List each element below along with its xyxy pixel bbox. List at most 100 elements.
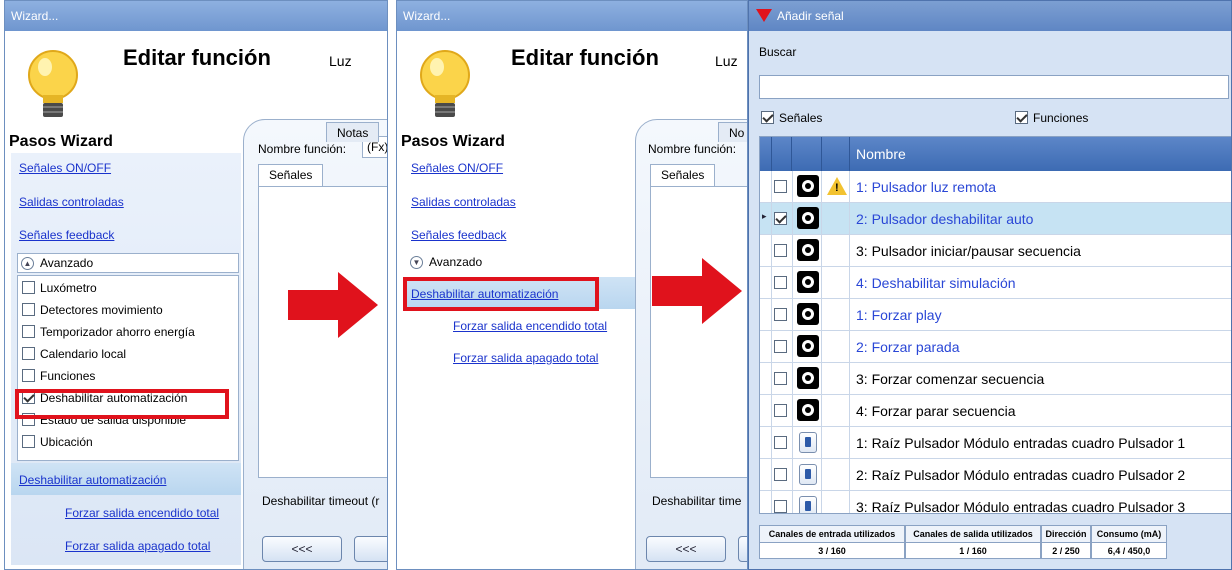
dialog-title: Añadir señal <box>777 9 844 23</box>
window-title: Wizard... <box>5 1 387 31</box>
stat-value: 6,4 / 450,0 <box>1107 546 1151 556</box>
checkbox[interactable] <box>774 468 787 481</box>
checkbox[interactable] <box>22 281 35 294</box>
checkbox[interactable] <box>774 436 787 449</box>
step-senales-feedback[interactable]: Señales feedback <box>411 228 506 242</box>
checkbox[interactable] <box>22 303 35 316</box>
column-header-nombre[interactable]: Nombre <box>856 146 906 162</box>
row-gutter <box>760 491 772 513</box>
table-row[interactable]: 2: Pulsador deshabilitar auto <box>760 203 1231 235</box>
checkbox[interactable] <box>22 347 35 360</box>
row-checkbox-cell <box>774 308 792 322</box>
checkbox[interactable] <box>774 308 787 321</box>
checkbox[interactable] <box>22 435 35 448</box>
option-luxometro[interactable]: Luxómetro <box>22 280 97 298</box>
function-editor-box: Nombre función: Señales No Deshabilitar … <box>635 119 747 569</box>
steps-area: Señales ON/OFF Salidas controladas Señal… <box>11 153 241 565</box>
checkbox[interactable] <box>22 369 35 382</box>
option-label: Ubicación <box>40 435 93 449</box>
filter-funciones[interactable]: Funciones <box>1015 111 1088 125</box>
row-icon-cell <box>792 363 822 394</box>
advanced-toggle[interactable]: ▼ Avanzado <box>407 253 607 273</box>
row-name: 1: Pulsador luz remota <box>856 179 997 195</box>
row-name: 3: Forzar comenzar secuencia <box>856 371 1045 387</box>
checkbox-checked[interactable] <box>774 212 787 225</box>
stat-header: Dirección <box>1042 526 1090 543</box>
row-warning-cell <box>822 395 850 426</box>
advanced-label: Avanzado <box>429 255 483 269</box>
table-row[interactable]: 4: Forzar parar secuencia <box>760 395 1231 427</box>
checkbox[interactable] <box>774 340 787 353</box>
add-signal-dialog: Añadir señal Buscar Señales Funciones No… <box>748 0 1232 570</box>
table-row[interactable]: 2: Forzar parada <box>760 331 1231 363</box>
search-input[interactable] <box>759 75 1229 99</box>
pushbutton-icon <box>797 367 819 389</box>
stat-output-channels: Canales de salida utilizados 1 / 160 <box>905 525 1041 559</box>
option-label: Luxómetro <box>40 281 97 295</box>
checkbox[interactable] <box>774 500 787 513</box>
checkbox[interactable] <box>774 180 787 193</box>
option-temporizador[interactable]: Temporizador ahorro energía <box>22 324 195 342</box>
prev-button[interactable]: <<< <box>262 536 342 562</box>
tab-senales[interactable]: Señales <box>258 164 324 186</box>
row-warning-cell <box>822 491 850 513</box>
filter-senales[interactable]: Señales <box>761 111 822 125</box>
row-gutter <box>760 427 772 458</box>
substep-forzar-encendido[interactable]: Forzar salida encendido total <box>65 506 219 520</box>
substep-forzar-encendido[interactable]: Forzar salida encendido total <box>453 319 607 333</box>
step-senales-on-off[interactable]: Señales ON/OFF <box>19 161 111 175</box>
advanced-toggle[interactable]: ▲ Avanzado <box>17 253 239 273</box>
stat-value: 3 / 160 <box>818 546 846 556</box>
step-senales-on-off[interactable]: Señales ON/OFF <box>411 161 503 175</box>
input-module-icon <box>799 464 817 485</box>
table-row[interactable]: 1: Raíz Pulsador Módulo entradas cuadro … <box>760 427 1231 459</box>
checkbox[interactable] <box>774 372 787 385</box>
row-icon-cell <box>792 267 822 298</box>
tab-notas[interactable]: No <box>718 122 747 142</box>
checkbox[interactable] <box>774 244 787 257</box>
row-icon-cell <box>792 331 822 362</box>
chevron-down-icon: ▼ <box>410 256 423 269</box>
next-button[interactable]: >> <box>354 536 387 562</box>
advanced-options-list: Luxómetro Detectores movimiento Temporiz… <box>17 275 239 461</box>
table-row[interactable]: 4: Deshabilitar simulación <box>760 267 1231 299</box>
row-checkbox-cell <box>774 212 792 226</box>
next-button[interactable] <box>738 536 747 562</box>
option-detectores-movimiento[interactable]: Detectores movimiento <box>22 302 163 320</box>
checkbox-checked[interactable] <box>1015 111 1028 124</box>
option-calendario-local[interactable]: Calendario local <box>22 346 126 364</box>
checkbox[interactable] <box>22 325 35 338</box>
row-checkbox-cell <box>774 404 792 418</box>
option-label: Funciones <box>40 369 96 383</box>
triangle-icon <box>756 9 772 22</box>
checkbox-checked[interactable] <box>761 111 774 124</box>
table-row[interactable]: 3: Pulsador iniciar/pausar secuencia <box>760 235 1231 267</box>
table-row[interactable]: 2: Raíz Pulsador Módulo entradas cuadro … <box>760 459 1231 491</box>
row-name: 2: Raíz Pulsador Módulo entradas cuadro … <box>856 467 1186 483</box>
stat-input-channels: Canales de entrada utilizados 3 / 160 <box>759 525 905 559</box>
checkbox[interactable] <box>774 276 787 289</box>
prev-button[interactable]: <<< <box>646 536 726 562</box>
table-row[interactable]: 1: Forzar play <box>760 299 1231 331</box>
pushbutton-icon <box>797 271 819 293</box>
table-row[interactable]: 3: Forzar comenzar secuencia <box>760 363 1231 395</box>
substep-forzar-apagado[interactable]: Forzar salida apagado total <box>65 539 210 553</box>
tab-notas[interactable]: Notas <box>326 122 380 142</box>
tab-senales[interactable]: Señales <box>650 164 716 186</box>
step-senales-feedback[interactable]: Señales feedback <box>19 228 114 242</box>
row-icon-cell <box>792 459 822 490</box>
option-ubicacion[interactable]: Ubicación <box>22 434 93 452</box>
step-salidas-controladas[interactable]: Salidas controladas <box>411 195 516 209</box>
row-warning-cell <box>822 299 850 330</box>
stat-header: Canales de entrada utilizados <box>760 526 904 543</box>
checkbox[interactable] <box>774 404 787 417</box>
table-row[interactable]: 3: Raíz Pulsador Módulo entradas cuadro … <box>760 491 1231 513</box>
row-checkbox-cell <box>774 244 792 258</box>
table-row[interactable]: ! 1: Pulsador luz remota <box>760 171 1231 203</box>
row-icon-cell <box>792 491 822 513</box>
step-salidas-controladas[interactable]: Salidas controladas <box>19 195 124 209</box>
option-funciones[interactable]: Funciones <box>22 368 95 386</box>
step-deshabilitar-automatizacion[interactable]: Deshabilitar automatización <box>19 473 166 487</box>
substep-forzar-apagado[interactable]: Forzar salida apagado total <box>453 351 598 365</box>
row-icon-cell <box>792 395 822 426</box>
